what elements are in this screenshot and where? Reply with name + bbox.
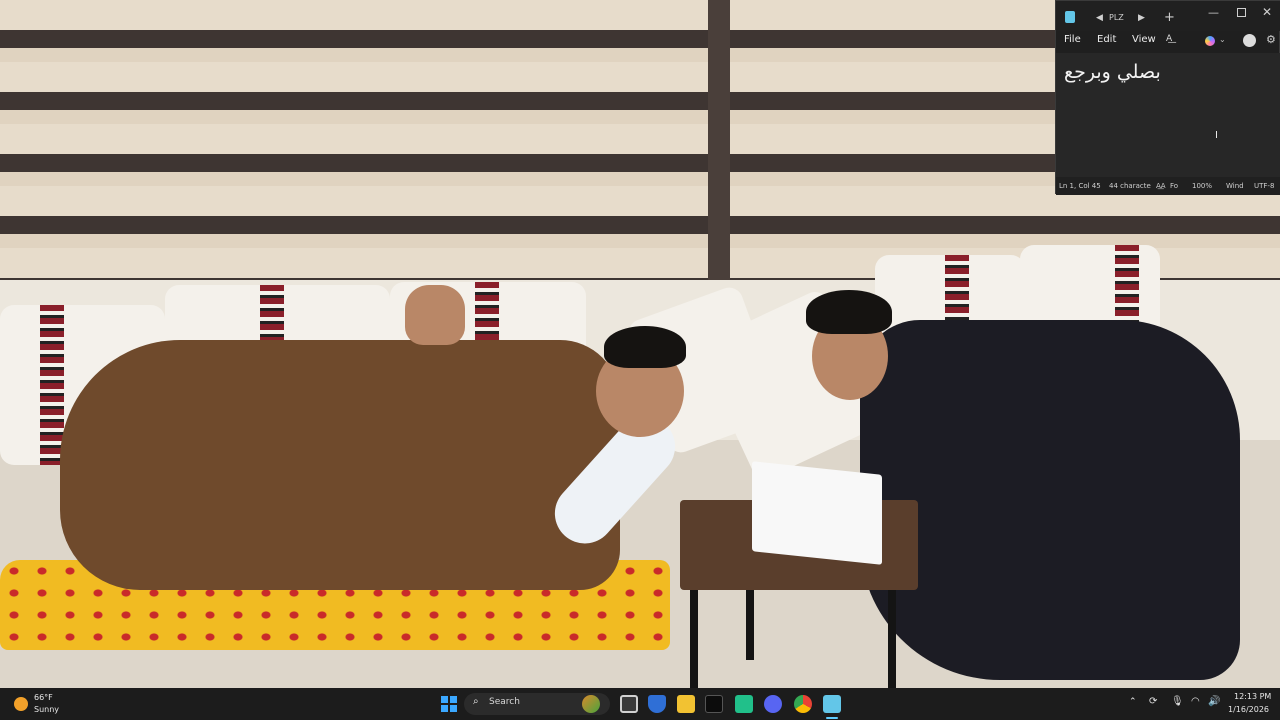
sync-icon[interactable]: ⟳ [1149, 696, 1157, 707]
tab-title[interactable]: PLZ [1109, 13, 1124, 22]
search-highlight-icon[interactable] [582, 695, 600, 713]
weather-condition[interactable]: Sunny [34, 705, 59, 714]
status-encoding[interactable]: UTF-8 [1254, 182, 1274, 190]
sun-weather-icon[interactable] [14, 697, 28, 711]
wifi-icon[interactable]: ◠ [1191, 696, 1200, 707]
discord-icon[interactable] [764, 695, 782, 713]
new-tab-button[interactable]: + [1164, 10, 1175, 25]
notepad-statusbar: Ln 1, Col 45 44 characte A͟A Fo 100% Win… [1056, 177, 1280, 195]
person-hair [806, 290, 892, 334]
gear-icon[interactable]: ⚙ [1266, 33, 1276, 46]
terminal-icon[interactable] [705, 695, 723, 713]
text-format-icon[interactable]: A͟ [1166, 34, 1172, 44]
chevron-down-icon[interactable]: ⌄ [1219, 35, 1226, 44]
document-text[interactable]: بصلي وبرجع [1064, 61, 1184, 83]
windows-start-icon[interactable] [441, 696, 457, 712]
font-size-icon: A͟A [1156, 182, 1166, 190]
raised-hand [405, 285, 465, 345]
text-editor[interactable]: بصلي وبرجع I [1056, 53, 1280, 177]
menu-file[interactable]: File [1064, 34, 1081, 45]
close-button[interactable]: ✕ [1262, 5, 1272, 19]
status-line-ending[interactable]: Wind [1226, 182, 1244, 190]
search-label[interactable]: Search [489, 697, 520, 707]
chrome-icon[interactable] [794, 695, 812, 713]
notepad-menubar: File Edit View A͟ ⌄ ⚙ [1056, 31, 1280, 51]
notepad-window: ◀ PLZ ▶ + — ✕ File Edit View A͟ ⌄ ⚙ بصلي… [1055, 0, 1280, 195]
status-characters: 44 characte [1109, 182, 1151, 190]
black-robe [860, 320, 1240, 680]
task-view-icon[interactable] [620, 695, 638, 713]
taskbar: 66°F Sunny ⌕ Search ⌃ ⟳ 🎙 ◠ 🔊 12:13 PM 1… [0, 688, 1280, 720]
table-leg [690, 590, 698, 688]
table-leg [746, 590, 754, 660]
brown-robe [60, 340, 620, 590]
profile-icon[interactable] [1243, 34, 1256, 47]
status-zoom[interactable]: 100% [1192, 182, 1212, 190]
maximize-button[interactable] [1237, 8, 1246, 17]
minimize-button[interactable]: — [1208, 6, 1219, 19]
volume-icon[interactable]: 🔊 [1208, 696, 1220, 707]
microphone-icon[interactable]: 🎙 [1171, 696, 1184, 707]
file-explorer-icon[interactable] [677, 695, 695, 713]
status-font[interactable]: Fo [1170, 182, 1178, 190]
copilot-icon[interactable] [1205, 36, 1215, 46]
notepad-app-icon [1065, 11, 1075, 23]
notepad-taskbar-icon[interactable] [823, 695, 841, 713]
chevron-up-icon[interactable]: ⌃ [1129, 697, 1137, 707]
text-cursor-icon: I [1215, 130, 1218, 141]
table-leg [888, 590, 896, 688]
search-icon: ⌕ [473, 696, 479, 707]
active-app-indicator [826, 717, 838, 719]
notepad-titlebar[interactable]: ◀ PLZ ▶ + — ✕ [1056, 1, 1280, 31]
white-box [752, 461, 882, 565]
tab-scroll-left-icon[interactable]: ◀ [1096, 13, 1103, 23]
security-shield-icon[interactable] [648, 695, 666, 713]
app-icon[interactable] [735, 695, 753, 713]
person-hair [604, 326, 686, 368]
menu-edit[interactable]: Edit [1097, 34, 1116, 45]
menu-view[interactable]: View [1132, 34, 1156, 45]
weather-temperature[interactable]: 66°F [34, 693, 53, 702]
clock-time[interactable]: 12:13 PM [1234, 692, 1271, 701]
clock-date[interactable]: 1/16/2026 [1228, 705, 1269, 714]
tent-seam [708, 0, 730, 300]
tab-scroll-right-icon[interactable]: ▶ [1138, 13, 1145, 23]
status-position: Ln 1, Col 45 [1059, 182, 1101, 190]
